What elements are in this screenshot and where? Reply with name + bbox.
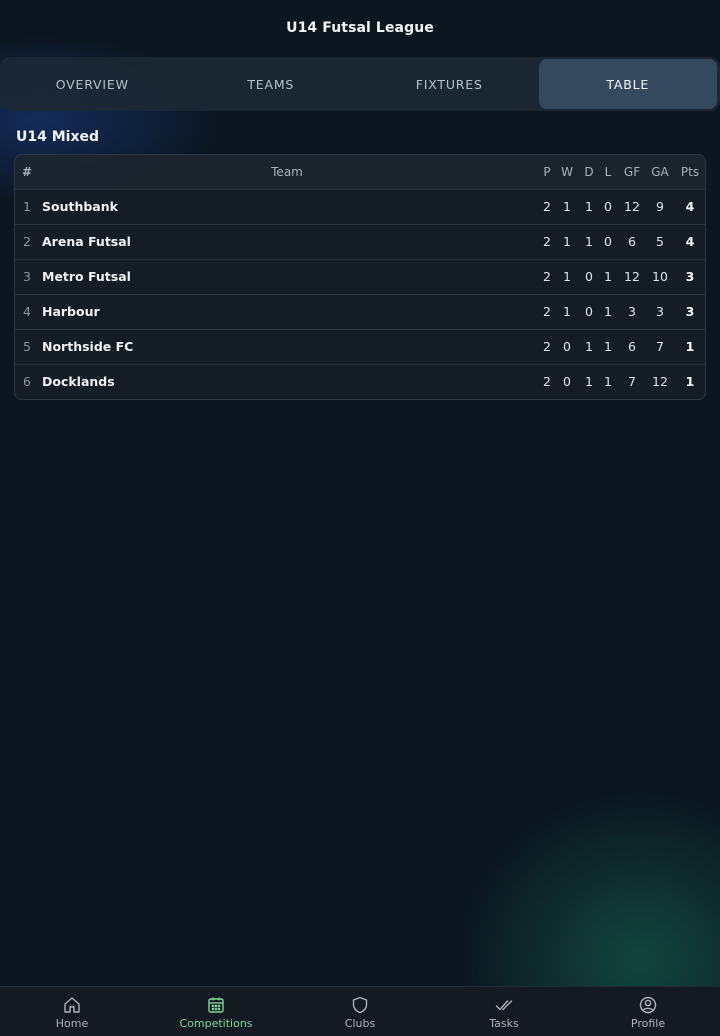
table-header-row: # Team P W D L GF GA Pts: [15, 155, 705, 190]
row-drawn: 1: [585, 234, 593, 249]
row-lost: 1: [604, 269, 612, 284]
row-won: 1: [563, 269, 571, 284]
tab-overview[interactable]: OVERVIEW: [3, 59, 182, 109]
row-won: 0: [563, 339, 571, 354]
column-header-goals-for: GF: [623, 165, 641, 179]
row-lost: 0: [604, 199, 612, 214]
app-root: U14 Futsal League OVERVIEW TEAMS FIXTURE…: [0, 0, 720, 1036]
row-goals-for: 7: [628, 374, 636, 389]
tab-fixtures[interactable]: FIXTURES: [360, 59, 539, 109]
row-goals-for: 6: [628, 339, 636, 354]
row-goals-for: 12: [624, 199, 640, 214]
nav-label: Profile: [630, 1016, 666, 1030]
row-played: 2: [543, 269, 551, 284]
row-position: 2: [23, 234, 31, 249]
table-row[interactable]: 6 Docklands 2 0 1 1 7 12 1: [15, 365, 705, 399]
row-drawn: 1: [585, 374, 593, 389]
standings-table: # Team P W D L GF GA Pts 1 Southbank 2 1…: [14, 154, 706, 400]
column-header-drawn: D: [584, 165, 594, 179]
column-header-lost: L: [604, 165, 612, 179]
row-team-name: Metro Futsal: [42, 269, 131, 284]
bottom-navigation: Home Competitions Clubs Tasks Profile: [0, 986, 720, 1036]
row-position: 6: [23, 374, 31, 389]
nav-item-home[interactable]: Home: [0, 987, 144, 1036]
row-points: 4: [685, 199, 695, 214]
row-points: 1: [685, 339, 695, 354]
row-won: 1: [563, 199, 571, 214]
row-goals-against: 10: [652, 269, 668, 284]
row-position: 1: [23, 199, 31, 214]
page-title: U14 Futsal League: [286, 20, 434, 36]
tab-table[interactable]: TABLE: [538, 59, 717, 109]
row-team-name: Northside FC: [42, 339, 134, 354]
home-icon: [62, 995, 82, 1015]
row-drawn: 0: [585, 269, 593, 284]
row-team-name: Southbank: [42, 199, 118, 214]
row-won: 0: [563, 374, 571, 389]
row-points: 3: [685, 269, 695, 284]
row-played: 2: [543, 234, 551, 249]
row-won: 1: [563, 304, 571, 319]
row-goals-for: 3: [628, 304, 636, 319]
row-goals-against: 12: [652, 374, 668, 389]
row-lost: 1: [604, 374, 612, 389]
row-position: 5: [23, 339, 31, 354]
nav-label: Clubs: [344, 1016, 376, 1030]
table-row[interactable]: 4 Harbour 2 1 0 1 3 3 3: [15, 295, 705, 330]
nav-label: Tasks: [489, 1016, 519, 1030]
row-drawn: 0: [585, 304, 593, 319]
double-check-icon: [494, 995, 514, 1015]
row-goals-for: 6: [628, 234, 636, 249]
column-header-won: W: [561, 165, 573, 179]
row-team-name: Harbour: [42, 304, 100, 319]
column-header-played: P: [543, 165, 551, 179]
column-header-position: #: [21, 165, 33, 179]
row-points: 3: [685, 304, 695, 319]
row-won: 1: [563, 234, 571, 249]
row-points: 4: [685, 234, 695, 249]
row-goals-for: 12: [624, 269, 640, 284]
calendar-icon: [206, 995, 226, 1015]
division-title: U14 Mixed: [16, 129, 100, 145]
table-row[interactable]: 3 Metro Futsal 2 1 0 1 12 10 3: [15, 260, 705, 295]
row-lost: 0: [604, 234, 612, 249]
top-bar: U14 Futsal League: [0, 0, 720, 56]
row-position: 4: [23, 304, 31, 319]
row-team-name: Docklands: [42, 374, 115, 389]
column-header-team: Team: [271, 165, 303, 179]
row-lost: 1: [604, 304, 612, 319]
column-header-goals-against: GA: [651, 165, 669, 179]
nav-item-profile[interactable]: Profile: [576, 987, 720, 1036]
row-goals-against: 9: [656, 199, 664, 214]
shield-icon: [350, 995, 370, 1015]
row-goals-against: 7: [656, 339, 664, 354]
nav-item-tasks[interactable]: Tasks: [432, 987, 576, 1036]
row-drawn: 1: [585, 199, 593, 214]
row-played: 2: [543, 339, 551, 354]
row-position: 3: [23, 269, 31, 284]
row-goals-against: 5: [656, 234, 664, 249]
row-played: 2: [543, 199, 551, 214]
user-circle-icon: [638, 995, 658, 1015]
nav-label: Competitions: [179, 1016, 253, 1030]
tab-bar: OVERVIEW TEAMS FIXTURES TABLE: [0, 57, 720, 111]
table-row[interactable]: 5 Northside FC 2 0 1 1 6 7 1: [15, 330, 705, 365]
row-drawn: 1: [585, 339, 593, 354]
nav-label: Home: [55, 1016, 89, 1030]
row-lost: 1: [604, 339, 612, 354]
nav-item-clubs[interactable]: Clubs: [288, 987, 432, 1036]
row-points: 1: [685, 374, 695, 389]
table-row[interactable]: 2 Arena Futsal 2 1 1 0 6 5 4: [15, 225, 705, 260]
table-row[interactable]: 1 Southbank 2 1 1 0 12 9 4: [15, 190, 705, 225]
row-played: 2: [543, 374, 551, 389]
row-played: 2: [543, 304, 551, 319]
column-header-points: Pts: [680, 165, 700, 179]
row-team-name: Arena Futsal: [42, 234, 131, 249]
nav-item-competitions[interactable]: Competitions: [144, 987, 288, 1036]
tab-teams[interactable]: TEAMS: [182, 59, 361, 109]
row-goals-against: 3: [656, 304, 664, 319]
